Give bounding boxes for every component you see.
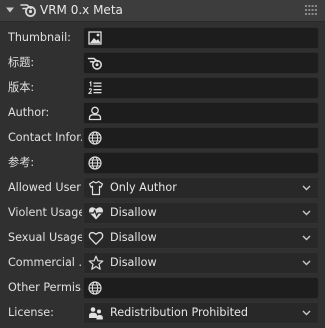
sexual-usage-row: Sexual Usage: Disallow (0, 227, 325, 249)
author-label: Author: (8, 106, 50, 119)
reference-field[interactable] (83, 152, 319, 174)
license-dropdown[interactable]: Redistribution Prohibited (83, 302, 319, 324)
title-field[interactable] (83, 52, 319, 74)
globe-icon (88, 131, 102, 145)
person-icon (88, 106, 102, 121)
commercial-usage-row: Commercial ... Disallow (0, 252, 325, 274)
blender-logo-icon (87, 57, 102, 70)
allowed-user-value: Only Author (110, 181, 177, 194)
collapse-arrow-icon[interactable] (6, 6, 14, 14)
thumbnail-field[interactable] (83, 27, 319, 49)
chevron-down-icon (302, 260, 311, 266)
violent-usage-value: Disallow (110, 206, 157, 219)
violent-usage-dropdown[interactable]: Disallow (83, 202, 319, 224)
shirt-icon (88, 180, 104, 196)
sexual-usage-label: Sexual Usage: (8, 231, 82, 244)
allowed-user-row: Allowed User: Only Author (0, 177, 325, 199)
sexual-usage-dropdown[interactable]: Disallow (83, 227, 319, 249)
drag-handle-icon[interactable] (305, 5, 317, 15)
chevron-down-icon (302, 310, 311, 316)
group-icon (89, 307, 103, 320)
title-label: 标题: (8, 56, 35, 69)
version-field[interactable] (83, 77, 319, 99)
numbered-list-icon (87, 81, 102, 94)
contact-info-label: Contact Infor... (8, 131, 82, 144)
commercial-usage-dropdown[interactable]: Disallow (83, 252, 319, 274)
chevron-down-icon (302, 235, 311, 241)
version-label: 版本: (8, 81, 35, 94)
star-icon (88, 255, 104, 270)
thumbnail-label: Thumbnail: (8, 31, 71, 44)
title-row: 标题: (0, 52, 325, 74)
license-label: License: (8, 306, 54, 319)
chevron-down-icon (302, 185, 311, 191)
contact-info-field[interactable] (83, 127, 319, 149)
contact-info-row: Contact Infor... (0, 127, 325, 149)
license-row: License: Redistribution Prohibited (0, 302, 325, 324)
other-permission-label: Other Permis... (8, 281, 82, 294)
heart-pulse-icon (88, 207, 104, 220)
allowed-user-label: Allowed User: (8, 181, 82, 194)
vrm-meta-panel: VRM 0.x Meta Thumbnail: 标题: 版本: Author: … (0, 0, 325, 328)
license-value: Redistribution Prohibited (110, 306, 248, 319)
version-row: 版本: (0, 77, 325, 99)
panel-title: VRM 0.x Meta (40, 3, 123, 17)
commercial-usage-value: Disallow (110, 256, 157, 269)
globe-icon (88, 281, 102, 295)
author-row: Author: (0, 102, 325, 124)
panel-header[interactable]: VRM 0.x Meta (0, 0, 325, 22)
vrm-logo-icon (20, 4, 36, 17)
globe-icon (88, 156, 102, 170)
chevron-down-icon (302, 210, 311, 216)
violent-usage-label: Violent Usage: (8, 206, 82, 219)
allowed-user-dropdown[interactable]: Only Author (83, 177, 319, 199)
image-icon (88, 31, 102, 45)
reference-label: 参考: (8, 156, 35, 169)
thumbnail-row: Thumbnail: (0, 27, 325, 49)
heart-icon (88, 231, 104, 245)
reference-row: 参考: (0, 152, 325, 174)
commercial-usage-label: Commercial ... (8, 256, 82, 269)
violent-usage-row: Violent Usage: Disallow (0, 202, 325, 224)
author-field[interactable] (83, 102, 319, 124)
sexual-usage-value: Disallow (110, 231, 157, 244)
other-permission-row: Other Permis... (0, 277, 325, 299)
other-permission-field[interactable] (83, 277, 319, 299)
